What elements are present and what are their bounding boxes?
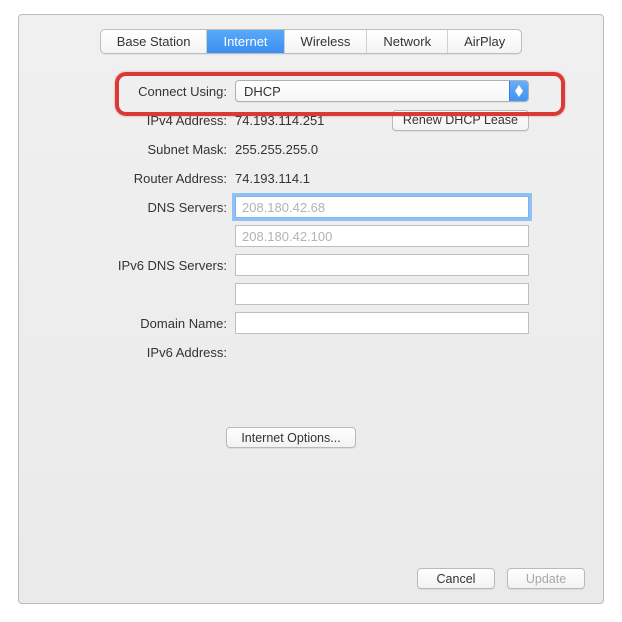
router-address-label: Router Address: — [19, 171, 235, 186]
tab-base-station[interactable]: Base Station — [101, 30, 208, 53]
cancel-button[interactable]: Cancel — [417, 568, 495, 589]
ipv6-dns-1-input[interactable] — [235, 254, 529, 276]
tab-internet[interactable]: Internet — [207, 30, 284, 53]
chevron-up-down-icon — [509, 81, 528, 101]
subnet-mask-value: 255.255.255.0 — [235, 142, 318, 157]
ipv4-address-value: 74.193.114.251 — [235, 113, 324, 128]
settings-panel: Base Station Internet Wireless Network A… — [18, 14, 604, 604]
domain-name-input[interactable] — [235, 312, 529, 334]
domain-name-label: Domain Name: — [19, 316, 235, 331]
subnet-mask-label: Subnet Mask: — [19, 142, 235, 157]
router-address-value: 74.193.114.1 — [235, 171, 310, 186]
ipv6-dns-label: IPv6 DNS Servers: — [19, 258, 235, 273]
connect-using-popup[interactable]: DHCP — [235, 80, 529, 102]
dns-server-1-input[interactable] — [235, 196, 529, 218]
connect-using-label: Connect Using: — [19, 84, 235, 99]
tab-airplay[interactable]: AirPlay — [448, 30, 521, 53]
dns-servers-label: DNS Servers: — [19, 200, 235, 215]
ipv6-dns-2-input[interactable] — [235, 283, 529, 305]
connect-using-value: DHCP — [244, 84, 281, 99]
ipv4-address-label: IPv4 Address: — [19, 113, 235, 128]
ipv6-address-label: IPv6 Address: — [19, 345, 235, 360]
renew-dhcp-button[interactable]: Renew DHCP Lease — [392, 110, 529, 131]
dns-server-2-input[interactable] — [235, 225, 529, 247]
update-button[interactable]: Update — [507, 568, 585, 589]
tab-wireless[interactable]: Wireless — [285, 30, 368, 53]
tab-bar: Base Station Internet Wireless Network A… — [100, 29, 523, 54]
internet-options-button[interactable]: Internet Options... — [226, 427, 355, 448]
tab-network[interactable]: Network — [367, 30, 448, 53]
